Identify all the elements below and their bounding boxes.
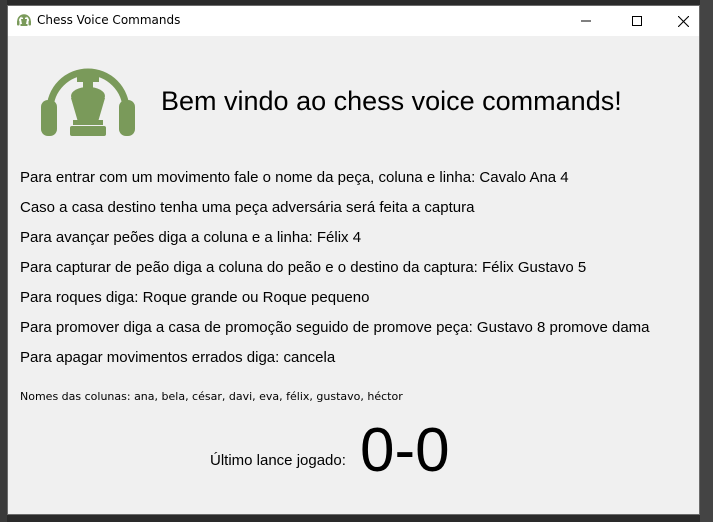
last-move-value: 0-0 xyxy=(360,416,450,485)
window-title: Chess Voice Commands xyxy=(37,13,181,27)
maximize-icon xyxy=(632,16,642,26)
instruction-promotion: Para promover diga a casa de promoção se… xyxy=(20,319,650,336)
instruction-pawn-capture: Para capturar de peão diga a coluna do p… xyxy=(20,259,587,276)
close-button[interactable] xyxy=(660,6,706,36)
desktop-background-left xyxy=(0,0,7,522)
instruction-castling: Para roques diga: Roque grande ou Roque … xyxy=(20,289,370,306)
instruction-cancel: Para apagar movimentos errados diga: can… xyxy=(20,349,336,366)
app-icon xyxy=(17,14,31,26)
instruction-capture: Caso a casa destino tenha uma peça adver… xyxy=(20,199,475,216)
minimize-button[interactable] xyxy=(563,6,609,36)
close-icon xyxy=(677,15,689,27)
app-window: Chess Voice Commands Bem vindo ao chess … xyxy=(7,5,700,515)
chess-king-headphones-icon xyxy=(41,68,135,136)
desktop-background-right xyxy=(700,0,713,522)
welcome-heading: Bem vindo ao chess voice commands! xyxy=(161,86,622,116)
title-bar[interactable]: Chess Voice Commands xyxy=(8,6,699,36)
maximize-button[interactable] xyxy=(614,6,660,36)
instruction-pawn-advance: Para avançar peões diga a coluna e a lin… xyxy=(20,229,362,246)
column-names-note: Nomes das colunas: ana, bela, césar, dav… xyxy=(20,390,403,403)
last-move-label: Último lance jogado: xyxy=(210,452,346,469)
minimize-icon xyxy=(581,20,591,22)
instruction-move: Para entrar com um movimento fale o nome… xyxy=(20,169,569,186)
